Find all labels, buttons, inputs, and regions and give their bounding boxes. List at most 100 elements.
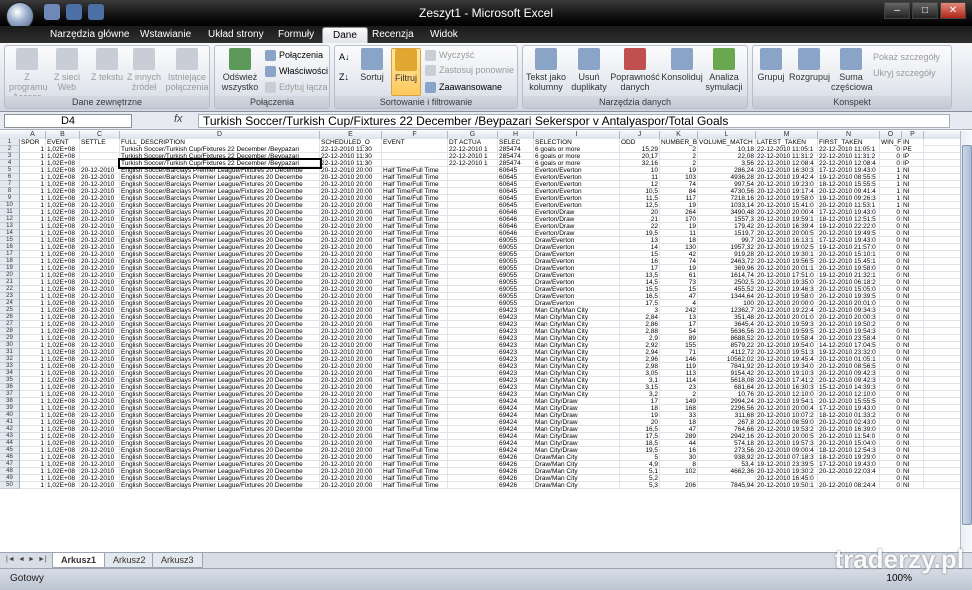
cell[interactable]: 20-12-2010 bbox=[80, 391, 120, 398]
cell[interactable]: 19-12-2010 21:32:1 bbox=[818, 272, 880, 279]
cell[interactable]: English Soccer/Barclays Premier League/F… bbox=[120, 356, 320, 363]
cell[interactable]: 33 bbox=[660, 412, 698, 419]
cell[interactable]: 2,88 bbox=[620, 328, 660, 335]
cell[interactable]: Half Time/Full Time bbox=[382, 237, 448, 244]
cell[interactable]: 69423 bbox=[498, 363, 534, 370]
cell[interactable]: 168 bbox=[660, 405, 698, 412]
cell[interactable]: Man City/Draw bbox=[534, 398, 620, 405]
cell[interactable] bbox=[448, 293, 498, 300]
cell[interactable]: 60645 bbox=[498, 167, 534, 174]
cell[interactable]: 20-12-2010 bbox=[80, 209, 120, 216]
cell[interactable]: Half Time/Full Time bbox=[382, 461, 448, 468]
cell[interactable]: 1,02E+08 bbox=[46, 363, 80, 370]
cell[interactable]: 20-12-2010 bbox=[80, 475, 120, 482]
properties-button[interactable]: Właściwości bbox=[265, 66, 328, 77]
cell[interactable]: 267,8 bbox=[698, 419, 756, 426]
cell[interactable]: 1 bbox=[20, 195, 46, 202]
cell[interactable]: NI bbox=[902, 307, 924, 314]
cell[interactable]: 20-12-2010 20:00 bbox=[320, 188, 382, 195]
cell[interactable]: 17,5 bbox=[620, 300, 660, 307]
cell[interactable]: 20-12-2010 20:00 bbox=[320, 377, 382, 384]
cell[interactable]: English Soccer/Barclays Premier League/F… bbox=[120, 328, 320, 335]
cell[interactable] bbox=[448, 216, 498, 223]
cell[interactable]: 4,9 bbox=[620, 461, 660, 468]
cell[interactable]: 1 bbox=[20, 426, 46, 433]
cell[interactable]: Half Time/Full Time bbox=[382, 440, 448, 447]
cell[interactable]: English Soccer/Barclays Premier League/F… bbox=[120, 188, 320, 195]
cell[interactable]: NI bbox=[902, 370, 924, 377]
cell[interactable]: Half Time/Full Time bbox=[382, 174, 448, 181]
cell[interactable]: 0 bbox=[880, 244, 902, 251]
cell[interactable]: 6 goals or more bbox=[534, 153, 620, 160]
cell[interactable]: 69423 bbox=[498, 307, 534, 314]
cell[interactable]: English Soccer/Barclays Premier League/F… bbox=[120, 377, 320, 384]
cell[interactable]: 21 bbox=[620, 216, 660, 223]
cell[interactable]: Draw/Man City bbox=[534, 461, 620, 468]
cell[interactable]: 1,02E+08 bbox=[46, 454, 80, 461]
cell[interactable]: 1 bbox=[20, 258, 46, 265]
cell[interactable]: 20-12-2010 bbox=[80, 405, 120, 412]
cell[interactable]: 1,02E+08 bbox=[46, 293, 80, 300]
cell[interactable]: Half Time/Full Time bbox=[382, 468, 448, 475]
cell[interactable]: 1957,32 bbox=[698, 244, 756, 251]
cell[interactable] bbox=[448, 237, 498, 244]
cell[interactable]: 22-12-2010 11:05:1 bbox=[756, 146, 818, 153]
cell[interactable] bbox=[382, 153, 448, 160]
cell[interactable]: Draw/Man City bbox=[534, 475, 620, 482]
cell[interactable]: Man City/Man City bbox=[534, 377, 620, 384]
reapply-button[interactable]: Zastosuj ponownie bbox=[425, 65, 514, 76]
cell[interactable]: 1,02E+08 bbox=[46, 468, 80, 475]
cell[interactable]: Draw/Everton bbox=[534, 293, 620, 300]
cell[interactable]: 22-12-2010 12:08:4 bbox=[756, 160, 818, 167]
cell[interactable] bbox=[448, 475, 498, 482]
cell[interactable]: 20-12-2010 19:34:0 bbox=[756, 363, 818, 370]
cell[interactable]: 1,02E+08 bbox=[46, 349, 80, 356]
cell[interactable] bbox=[80, 146, 120, 153]
cell[interactable]: 3645,4 bbox=[698, 321, 756, 328]
cell[interactable]: 20-12-2010 12:10:0 bbox=[818, 391, 880, 398]
cell[interactable]: 285474 bbox=[498, 160, 534, 167]
ungroup-button[interactable]: Rozgrupuj bbox=[789, 48, 830, 82]
cell[interactable]: 1 bbox=[20, 209, 46, 216]
row-header[interactable]: 35 bbox=[0, 377, 20, 384]
cell[interactable]: 2502,5 bbox=[698, 279, 756, 286]
cell[interactable]: 0 bbox=[880, 300, 902, 307]
cell[interactable]: Half Time/Full Time bbox=[382, 384, 448, 391]
cell[interactable]: NI bbox=[902, 328, 924, 335]
cell[interactable]: 1,02E+08 bbox=[46, 377, 80, 384]
cell[interactable]: 0 bbox=[880, 286, 902, 293]
cell[interactable]: 1,02E+08 bbox=[46, 335, 80, 342]
cell[interactable]: 289 bbox=[660, 433, 698, 440]
cell[interactable]: IP bbox=[902, 153, 924, 160]
cell[interactable]: 20-12-2010 bbox=[80, 181, 120, 188]
cell[interactable]: 20-12-2010 20:00 bbox=[320, 447, 382, 454]
cell[interactable]: 1 bbox=[20, 405, 46, 412]
cell[interactable]: 19-12-2010 09:26:3 bbox=[818, 195, 880, 202]
cell[interactable]: Half Time/Full Time bbox=[382, 300, 448, 307]
cell[interactable]: Man City/Man City bbox=[534, 328, 620, 335]
cell[interactable]: 1 bbox=[20, 468, 46, 475]
cell[interactable]: 10,18 bbox=[698, 146, 756, 153]
column-header[interactable]: C bbox=[80, 131, 120, 139]
cell[interactable]: 0 bbox=[880, 251, 902, 258]
cell[interactable]: 20-12-2010 20:00 bbox=[320, 356, 382, 363]
cell[interactable]: Half Time/Full Time bbox=[382, 314, 448, 321]
cell[interactable]: 15,5 bbox=[620, 286, 660, 293]
cell[interactable]: NI bbox=[902, 237, 924, 244]
cell[interactable]: 14,5 bbox=[620, 279, 660, 286]
cell[interactable]: 14-12-2010 17:04:5 bbox=[818, 342, 880, 349]
cell[interactable] bbox=[448, 230, 498, 237]
from-other-button[interactable]: Z innych źródeł bbox=[125, 48, 163, 92]
cell[interactable]: 20-12-2010 bbox=[80, 370, 120, 377]
cell[interactable]: 1 bbox=[20, 447, 46, 454]
cell[interactable]: 20-12-2010 20:00 bbox=[320, 314, 382, 321]
cell[interactable]: 1 bbox=[20, 377, 46, 384]
cell[interactable]: English Soccer/Barclays Premier League/F… bbox=[120, 237, 320, 244]
cell[interactable]: 20-12-2010 bbox=[80, 356, 120, 363]
cell[interactable]: Man City/Draw bbox=[534, 447, 620, 454]
cell[interactable]: Half Time/Full Time bbox=[382, 195, 448, 202]
column-header[interactable]: M bbox=[756, 131, 818, 139]
cell[interactable]: 997,54 bbox=[698, 181, 756, 188]
cell[interactable]: 20-12-2010 bbox=[80, 447, 120, 454]
cell[interactable]: 69424 bbox=[498, 433, 534, 440]
